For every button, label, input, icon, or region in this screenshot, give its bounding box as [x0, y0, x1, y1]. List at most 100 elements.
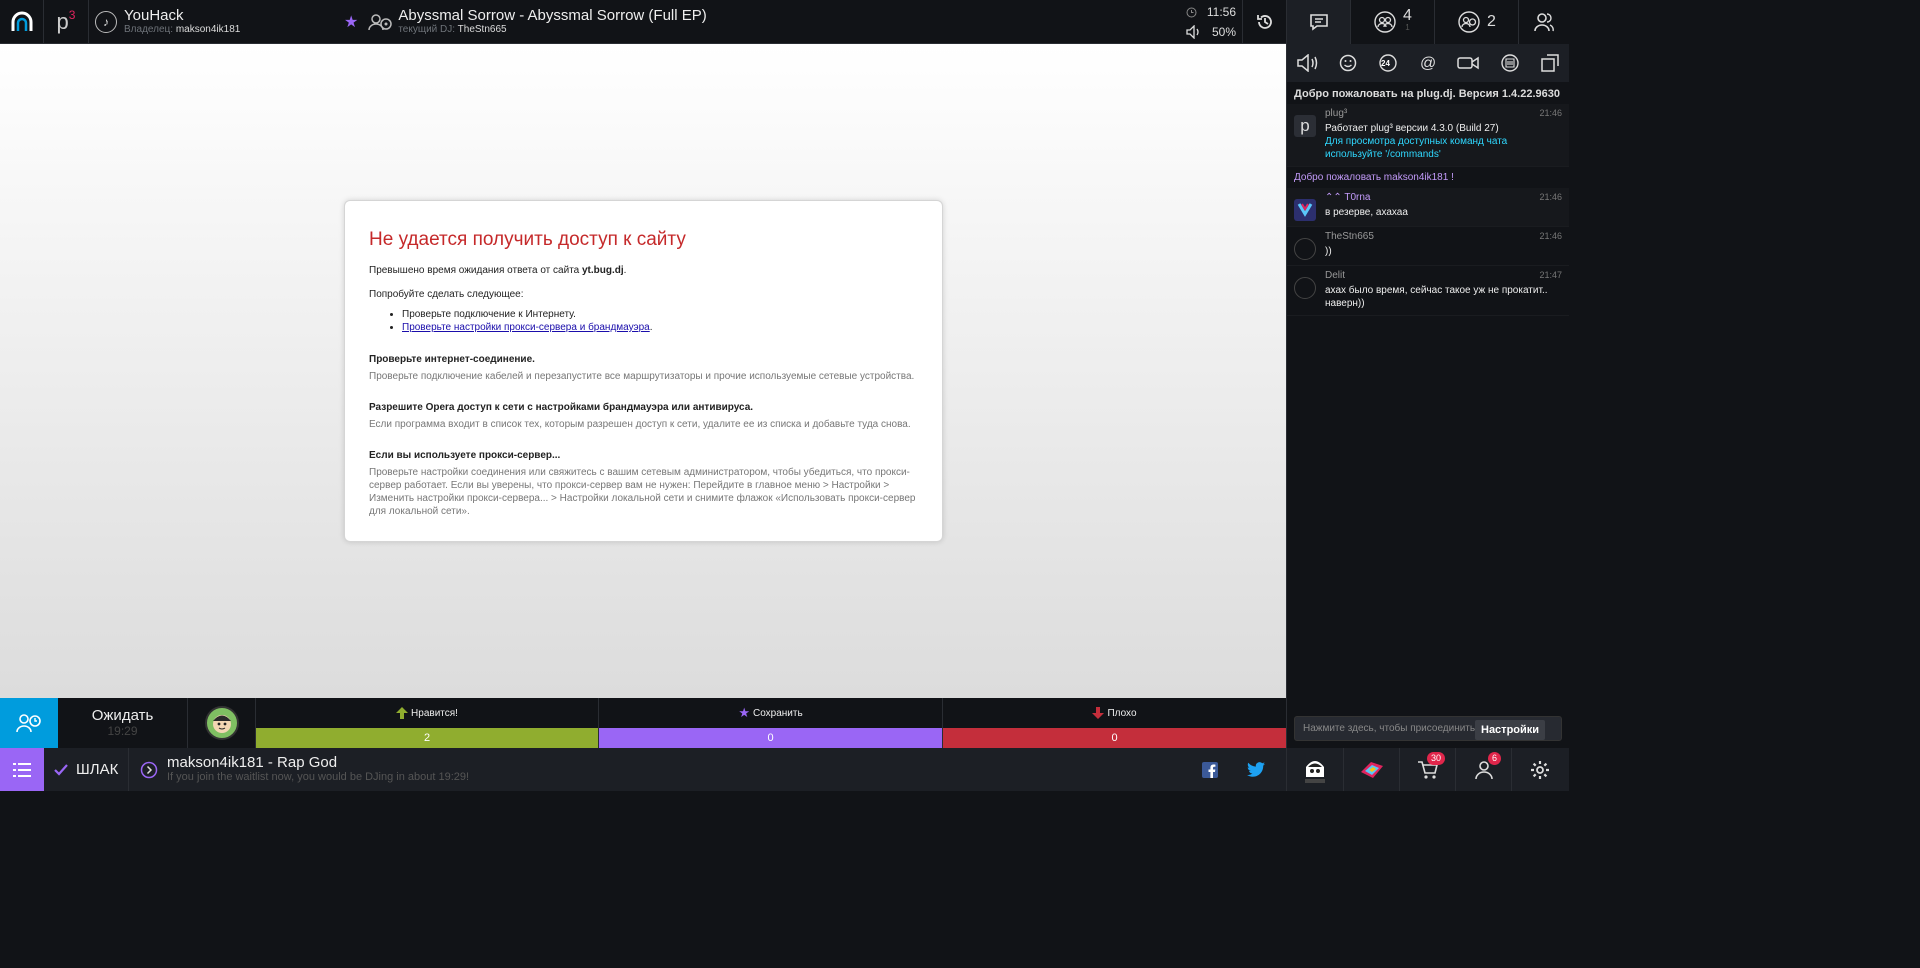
plug3-avatar: p — [1294, 115, 1316, 137]
badge-button[interactable] — [1343, 748, 1399, 791]
chat-message: TheStn665 21:46 )) — [1287, 227, 1569, 266]
avatar-icon — [1297, 203, 1313, 217]
music-note-icon: ♪ — [95, 11, 117, 33]
popout-icon[interactable] — [1541, 54, 1559, 72]
room-info[interactable]: ♪ YouHack Владелец: makson4ik181 — [89, 0, 344, 44]
mention-icon[interactable]: @ — [1419, 54, 1437, 72]
facebook-icon — [1202, 761, 1218, 778]
active-playlist[interactable]: ШЛАК — [44, 748, 129, 791]
chat-username[interactable]: ⌃⌃ T0rna — [1325, 192, 1370, 203]
sound-icon[interactable] — [1297, 54, 1319, 72]
next-song-title: makson4ik181 - Rap God — [167, 754, 338, 771]
playlist-menu-button[interactable] — [0, 748, 44, 791]
settings-tooltip: Настройки — [1475, 720, 1546, 740]
meh-count: 0 — [943, 728, 1286, 748]
audience-count: 4 — [1403, 7, 1412, 24]
star-icon[interactable]: ★ — [344, 12, 358, 32]
user-avatar — [1294, 199, 1316, 221]
next-song: makson4ik181 - Rap God If you join the w… — [140, 748, 469, 791]
timestamp-24h-icon[interactable]: 24 — [1377, 54, 1399, 72]
facebook-button[interactable] — [1190, 748, 1230, 791]
volume-control[interactable]: 50% — [1186, 22, 1236, 42]
avatar-button[interactable] — [1287, 748, 1343, 791]
song-title: Abyssmal Sorrow - Abyssmal Sorrow (Full … — [398, 7, 707, 24]
clock: 11:56 — [1186, 2, 1236, 22]
time-volume: 11:56 50% — [1180, 0, 1242, 44]
chat-text: )) — [1325, 246, 1332, 257]
settings-button[interactable] — [1511, 748, 1567, 791]
chat-message: Delit 21:47 ахах было время, сейчас такое… — [1287, 266, 1569, 316]
section-text: Если программа входит в список тех, кото… — [369, 419, 911, 430]
chat-message: ⌃⌃ T0rna 21:46 в резерве, ахахаа — [1287, 188, 1569, 227]
user-avatar-button[interactable] — [188, 698, 256, 748]
clock-icon — [1186, 7, 1197, 17]
speaker-icon — [1186, 25, 1199, 39]
grab-label: ★ Сохранить — [738, 705, 803, 720]
svg-text:24: 24 — [1381, 59, 1390, 68]
badge-icon — [1360, 761, 1383, 778]
video-icon[interactable] — [1457, 55, 1479, 71]
plug-logo-button[interactable] — [0, 0, 44, 44]
current-dj: текущий DJ: TheStn665 — [398, 24, 507, 35]
system-welcome: Добро пожаловать на plug.dj. Версия 1.4.… — [1294, 88, 1560, 100]
top-bar: p3 ♪ YouHack Владелец: makson4ik181 ★ Ab… — [0, 0, 1286, 44]
chat-text: Для просмотра доступных команд чата испо… — [1325, 136, 1508, 160]
chat-messages: Добро пожаловать на plug.dj. Версия 1.4.… — [1287, 84, 1569, 316]
plug3-button[interactable]: p3 — [44, 0, 89, 44]
chat-text: Работает plug³ версии 4.3.0 (Build 27) — [1325, 123, 1499, 134]
chat-text: в резерве, ахахаа — [1325, 207, 1408, 218]
chat-toolbar: 24 @ — [1287, 44, 1569, 82]
star-icon: ★ — [738, 705, 750, 720]
profile-button[interactable]: 6 — [1455, 748, 1511, 791]
tab-chat[interactable] — [1287, 0, 1351, 44]
chat-text: ахах было время, сейчас такое уж не прок… — [1325, 285, 1548, 309]
profile-badge: 6 — [1487, 752, 1501, 765]
sidebar-footer: 30 6 — [1287, 748, 1569, 791]
section-heading: Проверьте интернет-соединение. — [369, 354, 535, 365]
chat-message: p plug³ 21:46 Работает plug³ версии 4.3.0… — [1287, 104, 1569, 167]
chat-username[interactable]: TheStn665 — [1325, 231, 1374, 242]
gear-icon — [1530, 760, 1549, 779]
tab-friends[interactable] — [1519, 0, 1569, 44]
dj-bar: Ожидать 19:29 Нравится! 2 ★ Сохранить 0 … — [0, 698, 1286, 748]
meh-label: Плохо — [943, 698, 1286, 728]
emoji-icon[interactable] — [1339, 54, 1357, 72]
next-song-icon — [140, 761, 158, 778]
woot-button[interactable]: Нравится! 2 — [256, 698, 599, 748]
friends-icon — [1534, 13, 1554, 32]
join-waitlist-icon — [16, 714, 41, 733]
chat-time: 21:47 — [1539, 270, 1562, 280]
tab-audience[interactable]: 41 — [1351, 0, 1435, 44]
sidebar-tabs: 41 2 — [1287, 0, 1569, 44]
user-welcome: Добро пожаловать makson4ik181 ! — [1294, 172, 1454, 183]
wait-status: Ожидать 19:29 — [58, 698, 188, 748]
check-icon — [54, 763, 68, 776]
chat-time: 21:46 — [1539, 231, 1562, 241]
shop-button[interactable]: 30 — [1399, 748, 1455, 791]
room-owner: Владелец: makson4ik181 — [124, 24, 241, 35]
tab-waitlist[interactable]: 2 — [1435, 0, 1519, 44]
join-waitlist-button[interactable] — [0, 698, 58, 748]
woot-label: Нравится! — [256, 698, 598, 728]
video-stage: Не удается получить доступ к сайту Превы… — [0, 44, 1286, 698]
fullscreen-icon[interactable] — [1499, 53, 1521, 73]
wait-time: 19:29 — [107, 724, 138, 738]
history-button[interactable] — [1242, 0, 1286, 44]
dj-icon — [368, 14, 393, 31]
suggestion-item: Проверьте подключение к Интернету. — [402, 308, 918, 321]
chat-username[interactable]: plug³ — [1325, 108, 1347, 119]
chat-username[interactable]: Delit — [1325, 270, 1345, 281]
playlist-name: ШЛАК — [76, 761, 119, 778]
avatar — [204, 706, 239, 740]
grab-button[interactable]: ★ Сохранить 0 — [599, 698, 943, 748]
wait-label: Ожидать — [91, 707, 154, 724]
history-icon — [1256, 15, 1272, 29]
chat-time: 21:46 — [1539, 108, 1562, 118]
user-avatar — [1294, 277, 1316, 299]
svg-text:@: @ — [1420, 55, 1436, 72]
meh-button[interactable]: Плохо 0 — [943, 698, 1286, 748]
staff-chevron-icon: ⌃⌃ — [1325, 192, 1345, 203]
woot-count: 2 — [256, 728, 598, 748]
twitter-button[interactable] — [1236, 748, 1276, 791]
proxy-settings-link[interactable]: Проверьте настройки прокси-сервера и бра… — [402, 322, 650, 333]
